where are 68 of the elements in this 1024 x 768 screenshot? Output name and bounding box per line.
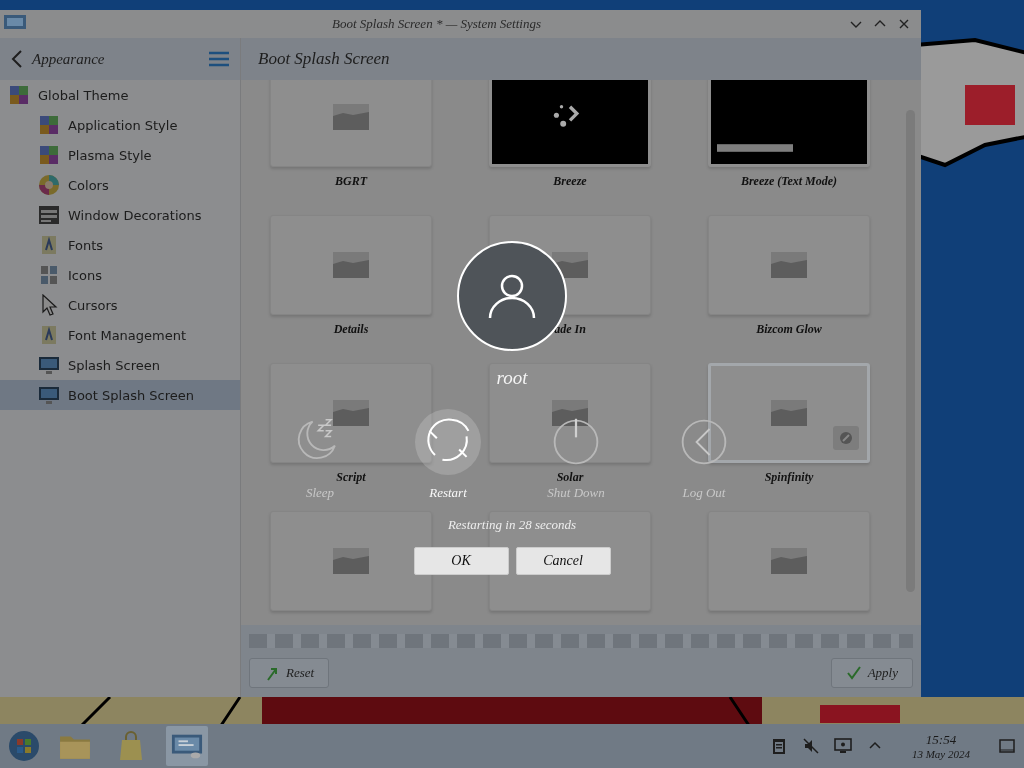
muted-speaker-icon[interactable]	[801, 737, 820, 755]
color-wheel-icon	[38, 174, 60, 196]
ok-button[interactable]: OK	[413, 547, 509, 575]
theme-thumbnail[interactable]	[489, 363, 651, 463]
sidebar-item[interactable]: Boot Splash Screen	[0, 380, 240, 410]
back-icon	[681, 419, 727, 465]
window-icon	[38, 204, 60, 226]
image-icon	[771, 400, 807, 426]
theme-thumbnail[interactable]	[708, 215, 870, 315]
theme-thumbnail[interactable]	[489, 80, 651, 167]
clock[interactable]: 15:54 13 May 2024	[911, 732, 970, 760]
theme-label: BGRT	[335, 174, 367, 189]
icon-grid-icon	[38, 264, 60, 286]
menu-icon[interactable]	[208, 51, 230, 67]
monitor-icon	[38, 384, 60, 406]
image-icon	[771, 548, 807, 574]
image-icon	[333, 400, 369, 426]
sidebar-item[interactable]: Plasma Style	[0, 140, 240, 170]
theme-thumbnail[interactable]	[270, 363, 432, 463]
image-icon	[333, 548, 369, 574]
window-title: Boot Splash Screen * — System Settings	[331, 16, 542, 32]
sidebar-item[interactable]: Font Management	[0, 320, 240, 350]
palette-icon	[8, 84, 30, 106]
cancel-button[interactable]: Cancel	[515, 547, 611, 575]
sidebar-item[interactable]: Cursors	[0, 290, 240, 320]
theme-label: ade In	[554, 322, 586, 337]
sidebar-item[interactable]: Global Theme	[0, 80, 240, 110]
theme-label: Bizcom Glow	[756, 322, 822, 337]
circle-slash-icon[interactable]	[833, 426, 859, 450]
theme-label: Breeze	[553, 174, 587, 189]
theme-thumbnail[interactable]	[270, 80, 432, 167]
theme-label: Script	[336, 470, 366, 485]
checkmark-icon	[845, 664, 862, 681]
image-icon	[333, 104, 369, 130]
theme-thumbnail[interactable]	[708, 511, 870, 611]
sidebar-item[interactable]: Splash Screen	[0, 350, 240, 380]
theme-label: Details	[333, 322, 369, 337]
sidebar-item[interactable]: Icons	[0, 260, 240, 290]
show-desktop-icon[interactable]	[998, 737, 1016, 755]
image-icon	[333, 252, 369, 278]
theme-thumbnail[interactable]	[708, 80, 870, 167]
theme-thumbnail[interactable]	[270, 511, 432, 611]
restart-button[interactable]: Restart	[384, 409, 512, 501]
sidebar-item[interactable]: Colors	[0, 170, 240, 200]
monitor-icon	[38, 354, 60, 376]
image-icon	[771, 252, 807, 278]
palette-icon	[38, 144, 60, 166]
power-icon	[553, 418, 599, 465]
monitor-icon[interactable]	[833, 737, 852, 755]
moon-icon	[297, 418, 336, 459]
image-icon	[552, 400, 588, 426]
countdown-message: Restarting in 28 seconds	[447, 517, 577, 533]
sidebar-item[interactable]: Fonts	[0, 230, 240, 260]
theme-thumbnail[interactable]	[270, 215, 432, 315]
palette-icon	[38, 114, 60, 136]
user-name: root	[496, 367, 528, 389]
apply-button[interactable]: Apply	[830, 657, 913, 688]
sidebar-item[interactable]: Window Decorations	[0, 200, 240, 230]
restart-icon	[427, 418, 470, 461]
theme-label: Breeze (Text Mode)	[740, 174, 838, 189]
reset-button[interactable]: Reset	[249, 657, 330, 688]
taskbar-app[interactable]	[166, 726, 208, 766]
sidebar-item[interactable]: Application Style	[0, 110, 240, 140]
theme-thumbnail[interactable]	[708, 363, 870, 463]
theme-label: Spinfinity	[764, 470, 814, 485]
theme-label: Solar	[556, 470, 584, 485]
start-menu-icon[interactable]	[8, 730, 40, 762]
page-title: Boot Splash Screen	[258, 49, 390, 69]
